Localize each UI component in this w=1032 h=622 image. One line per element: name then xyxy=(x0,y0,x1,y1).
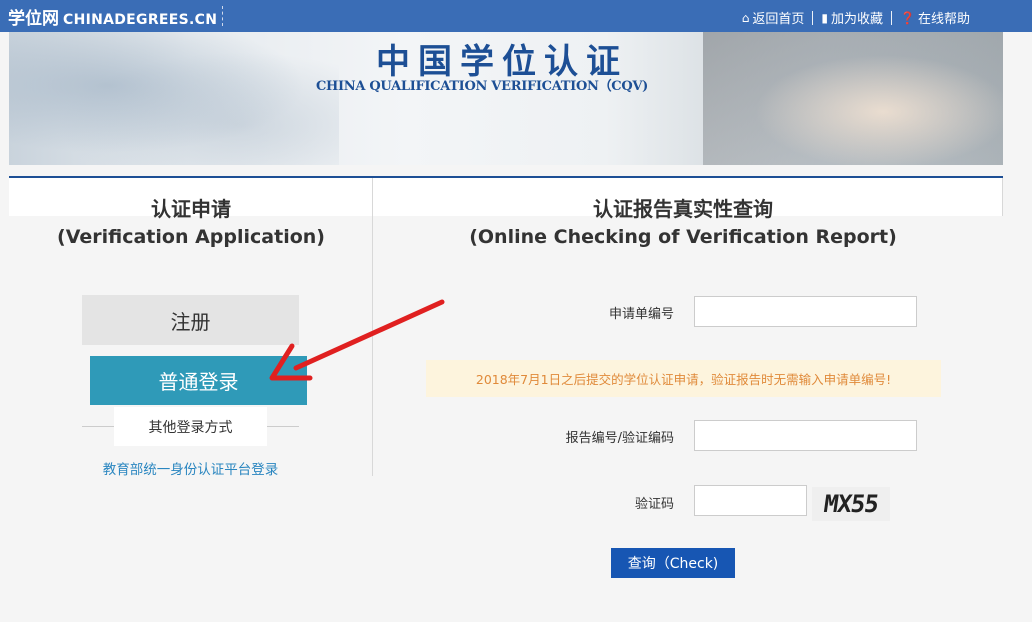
report-check-heading-en: (Online Checking of Verification Report) xyxy=(469,226,897,248)
banner-subtitle: CHINA QUALIFICATION VERIFICATION（CQV) xyxy=(316,79,648,94)
bookmark-link-label: 加为收藏 xyxy=(831,12,884,27)
check-button[interactable]: 查询（Check) xyxy=(611,548,735,578)
help-link[interactable]: ❓ 在线帮助 xyxy=(900,8,970,28)
application-no-label: 申请单编号 xyxy=(608,307,674,322)
brand-cn: 学位网 xyxy=(8,9,59,29)
site-logo[interactable]: 学位网 CHINADEGREES.CN xyxy=(8,4,217,29)
brand-en: CHINADEGREES.CN xyxy=(63,12,218,28)
help-link-label: 在线帮助 xyxy=(917,12,970,27)
normal-login-button[interactable]: 普通登录 xyxy=(90,356,307,405)
report-no-input[interactable] xyxy=(694,420,917,451)
panel-edge xyxy=(1002,178,1003,216)
register-button[interactable]: 注册 xyxy=(82,295,299,345)
home-link[interactable]: ⌂ 返回首页 xyxy=(741,8,805,28)
home-icon: ⌂ xyxy=(741,10,750,25)
arrow-shaft xyxy=(293,299,445,371)
help-icon: ❓ xyxy=(900,10,915,25)
world-map-image xyxy=(9,32,339,165)
notice-banner: 2018年7月1日之后提交的学位认证申请，验证报告时无需输入申请单编号! xyxy=(426,360,941,397)
home-link-label: 返回首页 xyxy=(752,12,805,27)
report-no-label: 报告编号/验证编码 xyxy=(565,431,674,446)
top-bar: 学位网 CHINADEGREES.CN ⌂ 返回首页 ▮ 加为收藏 ❓ 在线帮助 xyxy=(0,0,1032,32)
bookmark-link[interactable]: ▮ 加为收藏 xyxy=(821,8,884,28)
link-separator xyxy=(891,10,893,25)
captcha-text: MX55 xyxy=(822,490,880,518)
column-divider xyxy=(372,178,373,476)
link-separator xyxy=(812,10,814,25)
captcha-input[interactable] xyxy=(694,485,807,516)
captcha-image[interactable]: MX55 xyxy=(812,487,890,521)
moe-login-link[interactable]: 教育部统一身份认证平台登录 xyxy=(82,458,299,478)
application-heading: 认证申请 xyxy=(151,197,231,221)
bookmark-icon: ▮ xyxy=(821,10,829,25)
handshake-image xyxy=(703,32,1003,165)
brand-divider xyxy=(222,6,223,26)
top-links: ⌂ 返回首页 ▮ 加为收藏 ❓ 在线帮助 xyxy=(742,8,970,27)
report-check-heading: 认证报告真实性查询 xyxy=(593,197,773,221)
other-login-label: 其他登录方式 xyxy=(114,407,267,446)
application-no-input[interactable] xyxy=(694,296,917,327)
application-heading-en: (Verification Application) xyxy=(57,226,325,248)
captcha-label: 验证码 xyxy=(634,497,674,512)
